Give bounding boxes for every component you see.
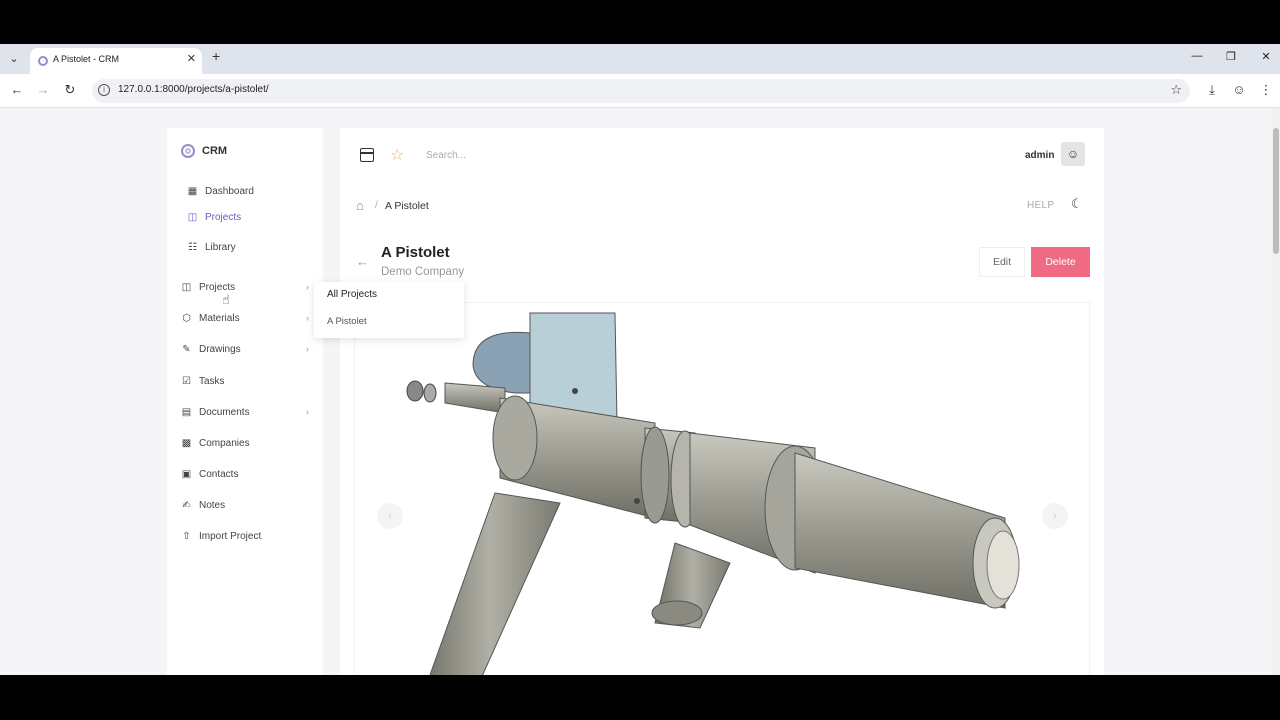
sidebar-item-label: Drawings (199, 344, 241, 355)
companies-icon: ▩ (181, 438, 192, 449)
reload-icon[interactable]: ↻ (61, 82, 79, 98)
search-input[interactable] (426, 144, 826, 166)
pistol-3d-render (406, 312, 1020, 675)
page-scrollbar[interactable] (1272, 108, 1280, 675)
submenu-item-a-pistolet[interactable]: A Pistolet (327, 316, 367, 327)
sidebar-item-label: Library (205, 242, 236, 253)
browser-toolbar: ← → ↻ i 127.0.0.1:8000/projects/a-pistol… (0, 74, 1280, 108)
edit-button[interactable]: Edit (979, 247, 1025, 277)
sidebar: CRM ▦ Dashboard ◫ Projects ☷ Library ◫ P… (167, 128, 323, 675)
close-tab-icon[interactable]: ✕ (187, 52, 196, 65)
dark-mode-toggle-icon[interactable]: ☾ (1071, 196, 1083, 212)
browser-tabstrip: ⌄ A Pistolet - CRM ✕ + — ❐ ✕ (0, 44, 1280, 74)
sidebar-item-projects-active[interactable]: ◫ Projects (187, 212, 241, 223)
letterbox-top (0, 0, 1280, 44)
carousel-next-button[interactable]: › (1042, 503, 1068, 529)
forward-arrow-icon[interactable]: → (34, 82, 52, 97)
tab-title: A Pistolet - CRM (53, 54, 120, 64)
chevron-right-icon: › (306, 282, 309, 292)
contacts-icon: ▣ (181, 469, 192, 480)
upload-icon: ⇧ (182, 531, 191, 542)
brand-name: CRM (202, 145, 228, 157)
sidebar-item-import-project[interactable]: ⇧ Import Project (181, 531, 309, 542)
profile-icon[interactable]: ☺ (1230, 82, 1248, 97)
sidebar-item-label: Contacts (199, 469, 239, 480)
crm-logo-icon (181, 144, 195, 158)
main-panel: ☆ admin ☺ ⌂ / A Pistolet HELP ☾ ← A Pist… (340, 128, 1104, 675)
submenu-item-all-projects[interactable]: All Projects (327, 289, 377, 300)
back-arrow-icon[interactable]: ← (8, 82, 26, 97)
close-window-icon[interactable]: ✕ (1256, 50, 1276, 63)
chevron-right-icon: › (306, 313, 309, 323)
download-icon[interactable]: ⤓ (1203, 82, 1221, 98)
browser-menu-icon[interactable]: ⋮ (1257, 82, 1275, 98)
browser-tab[interactable]: A Pistolet - CRM ✕ (30, 48, 202, 74)
sidebar-item-label: Notes (199, 500, 226, 511)
carousel-prev-button[interactable]: ‹ (377, 503, 403, 529)
tasks-icon: ☑ (182, 376, 191, 387)
breadcrumb-separator: / (375, 200, 378, 211)
favicon-icon (38, 56, 48, 66)
favorites-star-icon[interactable]: ☆ (390, 145, 404, 165)
user-name[interactable]: admin (1025, 150, 1054, 161)
chevron-right-icon: › (306, 344, 309, 354)
new-tab-icon[interactable]: + (212, 48, 220, 64)
address-bar[interactable]: i 127.0.0.1:8000/projects/a-pistolet/ ☆ (92, 79, 1190, 103)
sidebar-item-contacts[interactable]: ▣ Contacts (181, 469, 309, 480)
page-viewport: CRM ▦ Dashboard ◫ Projects ☷ Library ◫ P… (0, 108, 1272, 675)
sidebar-item-drawings[interactable]: ✎ Drawings › (181, 344, 309, 355)
library-icon: ☷ (188, 242, 197, 253)
brand[interactable]: CRM (181, 144, 227, 158)
sidebar-item-label: Tasks (199, 376, 225, 387)
tab-search-icon[interactable]: ⌄ (4, 50, 24, 68)
drawings-icon: ✎ (182, 344, 191, 355)
calendar-icon[interactable] (360, 148, 374, 162)
help-link[interactable]: HELP (1027, 200, 1054, 211)
projects-icon: ◫ (187, 212, 198, 223)
page-title: A Pistolet (381, 244, 450, 261)
delete-button[interactable]: Delete (1031, 247, 1090, 277)
sidebar-item-label: Dashboard (205, 186, 254, 197)
breadcrumb-current: A Pistolet (385, 200, 429, 212)
letterbox-bottom (0, 675, 1280, 720)
chevron-right-icon: › (306, 407, 309, 417)
dashboard-icon: ▦ (187, 186, 198, 197)
notes-icon: ✍ (182, 500, 191, 511)
materials-icon: ⬡ (182, 313, 191, 324)
bookmark-star-icon[interactable]: ☆ (1170, 82, 1182, 98)
sidebar-item-companies[interactable]: ▩ Companies (181, 438, 309, 449)
image-carousel: ‹ › (354, 302, 1090, 675)
chevron-right-icon: › (1053, 510, 1057, 522)
scrollbar-thumb[interactable] (1273, 128, 1279, 254)
restore-icon[interactable]: ❐ (1221, 50, 1241, 63)
home-icon[interactable]: ⌂ (356, 199, 369, 212)
sidebar-item-label: Documents (199, 407, 250, 418)
back-arrow-icon[interactable]: ← (356, 254, 369, 269)
hand-cursor-icon: ☝ (222, 292, 230, 307)
sidebar-item-label: Projects (205, 212, 242, 223)
user-avatar-icon[interactable]: ☺ (1061, 142, 1085, 166)
sidebar-item-tasks[interactable]: ☑ Tasks (181, 376, 309, 387)
sidebar-item-materials[interactable]: ⬡ Materials › (181, 313, 309, 324)
minimize-icon[interactable]: — (1187, 50, 1207, 62)
documents-icon: ▤ (181, 407, 192, 418)
project-company[interactable]: Demo Company (381, 266, 464, 278)
sidebar-item-label: Import Project (199, 531, 262, 542)
projects-submenu: All Projects A Pistolet (314, 282, 464, 338)
sidebar-item-label: Companies (199, 438, 250, 449)
sidebar-item-projects[interactable]: ◫ Projects › (181, 282, 309, 293)
sidebar-item-label: Materials (199, 313, 240, 324)
url-text: 127.0.0.1:8000/projects/a-pistolet/ (118, 84, 269, 95)
sidebar-item-library[interactable]: ☷ Library (187, 242, 236, 253)
site-info-icon[interactable]: i (98, 84, 110, 96)
sidebar-item-documents[interactable]: ▤ Documents › (181, 407, 309, 418)
chevron-left-icon: ‹ (388, 510, 392, 522)
projects-icon: ◫ (181, 282, 192, 293)
sidebar-item-notes[interactable]: ✍ Notes (181, 500, 309, 511)
sidebar-item-dashboard[interactable]: ▦ Dashboard (187, 186, 254, 197)
